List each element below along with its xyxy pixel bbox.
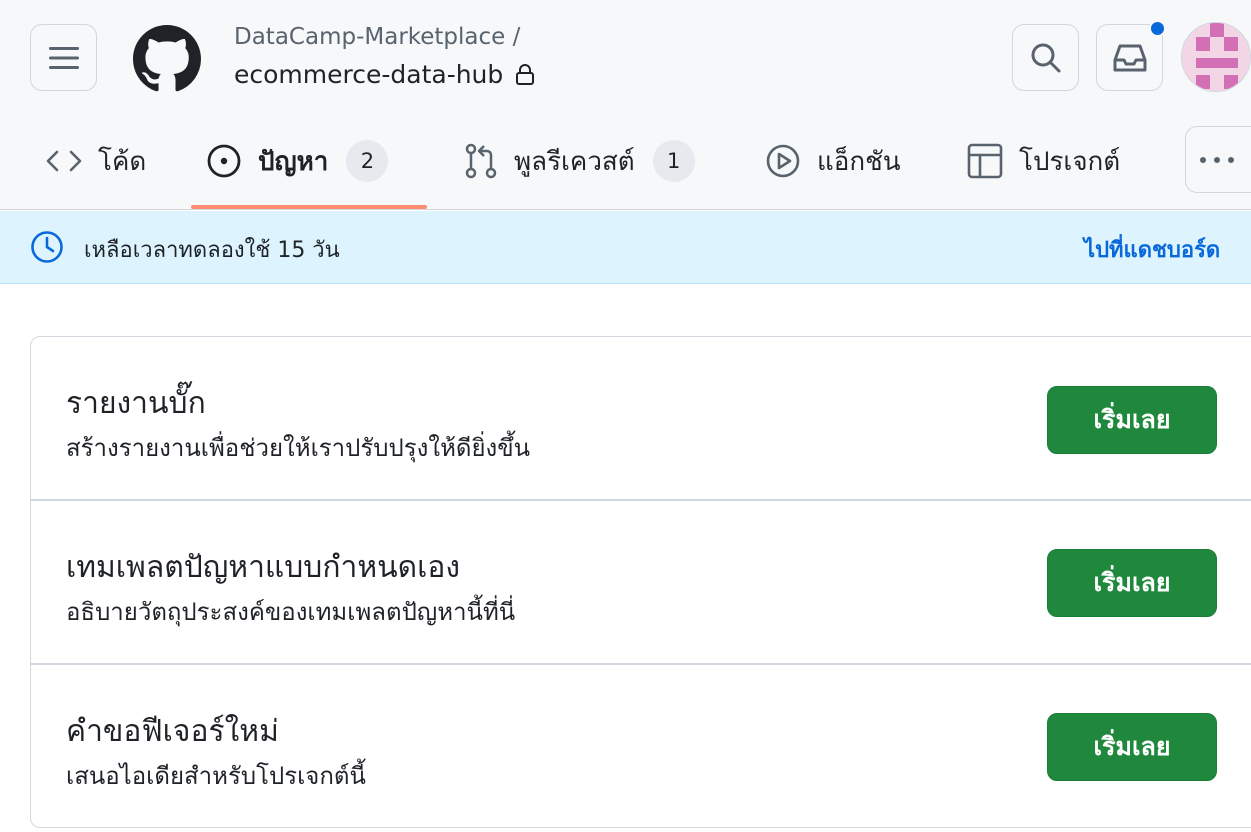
repo-owner-link[interactable]: DataCamp-Marketplace / (234, 24, 520, 50)
tab-actions-label: แอ็กชัน (817, 146, 901, 177)
code-icon (46, 150, 82, 172)
kebab-dot (1200, 156, 1206, 163)
tab-issues-label: ปัญหา (258, 146, 329, 177)
trial-banner-text: เหลือเวลาทดลองใช้ 15 วัน (84, 238, 340, 263)
template-title-bug-report: รายงานบั๊ก (66, 386, 206, 421)
get-started-button-custom[interactable]: เริ่มเลย (1047, 549, 1217, 617)
active-tab-indicator (191, 205, 427, 209)
get-started-button-feature-request[interactable]: เริ่มเลย (1047, 713, 1217, 781)
kebab-dot (1214, 156, 1220, 163)
inbox-icon (1113, 44, 1146, 71)
pull-requests-counter: 1 (652, 140, 695, 182)
repo-name[interactable]: ecommerce-data-hub (234, 60, 535, 89)
table-icon (967, 143, 1003, 179)
tab-projects[interactable]: โปรเจกต์ (967, 138, 1120, 184)
pull-request-icon (465, 143, 497, 179)
tab-projects-label: โปรเจกต์ (1019, 146, 1121, 177)
notification-dot (1149, 20, 1166, 37)
template-title-feature-request: คำขอฟีเจอร์ใหม่ (66, 714, 279, 749)
more-tabs-button[interactable] (1185, 126, 1251, 193)
menu-button[interactable] (30, 24, 97, 91)
github-logo-icon[interactable] (133, 25, 201, 93)
template-desc-custom: อธิบายวัตถุประสงค์ของเทมเพลตปัญหานี้ที่น… (66, 598, 516, 626)
template-desc-feature-request: เสนอไอเดียสำหรับโปรเจกต์นี้ (66, 762, 366, 790)
template-title-custom: เทมเพลตปัญหาแบบกำหนดเอง (66, 550, 461, 585)
search-icon (1031, 43, 1060, 72)
search-button[interactable] (1012, 24, 1079, 91)
row-divider (30, 499, 1251, 501)
issue-icon (207, 144, 241, 178)
hamburger-icon (48, 46, 79, 69)
play-icon (766, 144, 800, 178)
dashboard-link[interactable]: ไปที่แดชบอร์ด (1084, 232, 1220, 267)
tab-code-label: โค้ด (98, 146, 147, 177)
template-desc-bug-report: สร้างรายงานเพื่อช่วยให้เราปรับปรุงให้ดีย… (66, 434, 531, 462)
tab-code[interactable]: โค้ด (46, 138, 146, 184)
repo-name-label[interactable]: ecommerce-data-hub (234, 60, 503, 89)
identicon (1182, 23, 1250, 91)
tab-pull-requests[interactable]: พูลรีเควสต์ 1 (464, 138, 695, 184)
get-started-button-bug-report[interactable]: เริ่มเลย (1047, 386, 1217, 454)
tab-issues[interactable]: ปัญหา 2 (206, 138, 389, 184)
lock-icon (516, 63, 535, 85)
tab-actions[interactable]: แอ็กชัน (765, 138, 901, 184)
issues-counter: 2 (346, 140, 389, 182)
tab-pull-requests-label: พูลรีเควสต์ (514, 146, 635, 177)
clock-icon (31, 231, 63, 263)
row-divider (30, 663, 1251, 665)
avatar[interactable] (1181, 22, 1251, 92)
kebab-dot (1228, 156, 1234, 163)
